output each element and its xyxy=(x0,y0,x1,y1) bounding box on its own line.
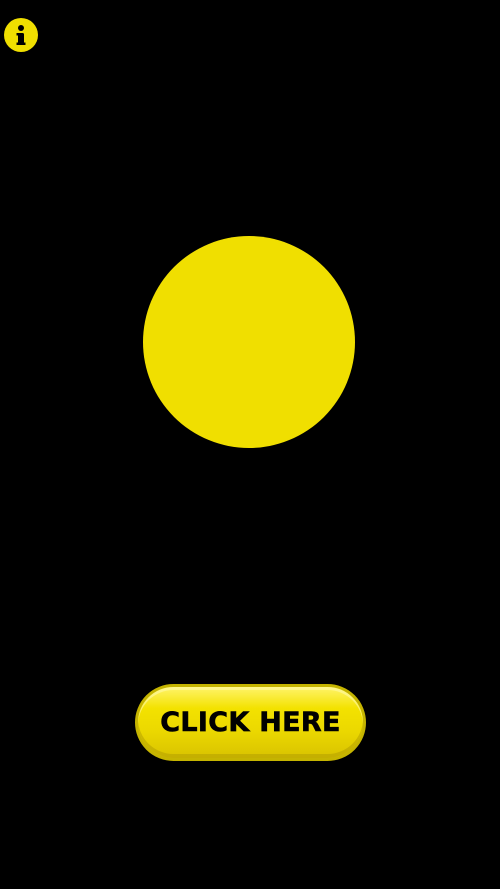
info-icon xyxy=(16,25,26,45)
click-here-button[interactable]: CLICK HERE xyxy=(135,684,366,761)
info-button[interactable] xyxy=(4,18,38,52)
yellow-circle xyxy=(143,236,355,448)
click-here-label: CLICK HERE xyxy=(160,707,341,739)
